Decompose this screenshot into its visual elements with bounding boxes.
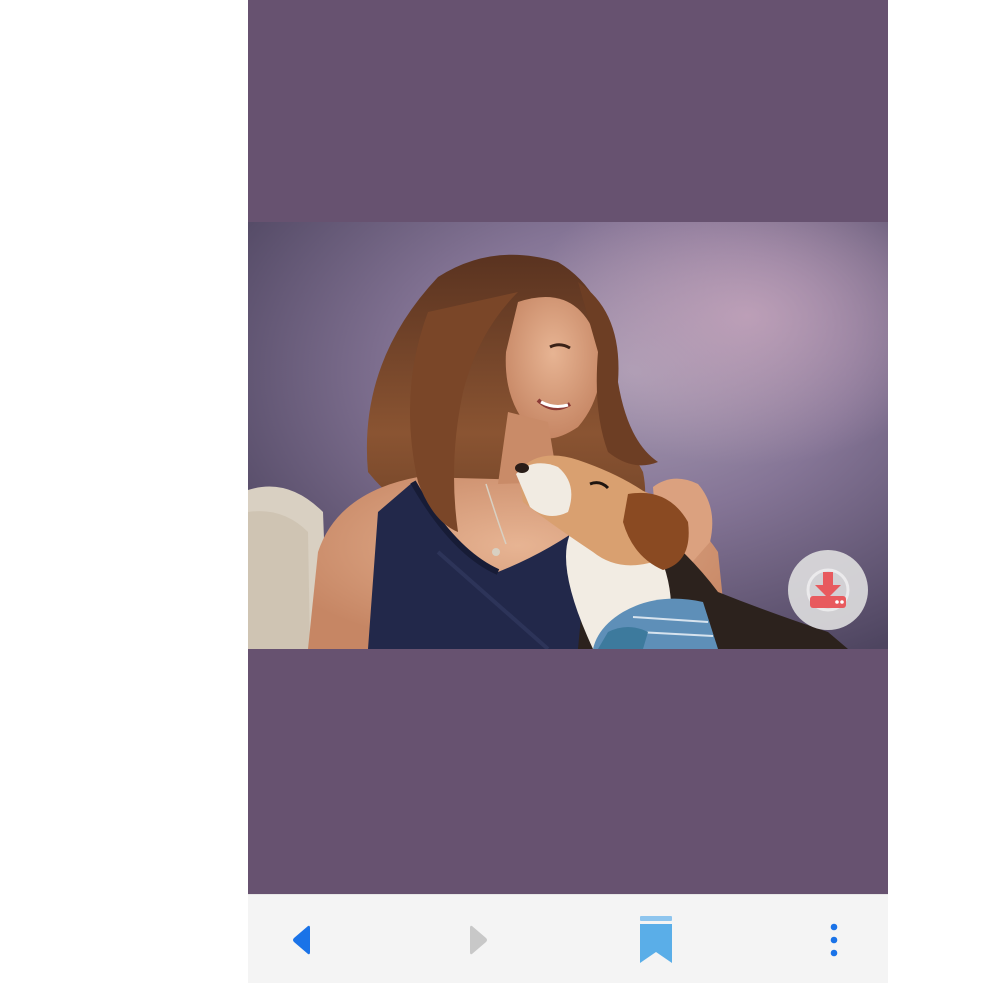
app-screen [248,0,888,983]
bottom-toolbar [248,894,888,983]
download-button[interactable] [788,550,868,630]
more-vertical-icon [830,923,838,957]
forward-arrow-icon [470,925,487,955]
back-arrow-icon [293,925,310,955]
forward-button[interactable] [448,915,508,965]
download-icon [806,568,850,612]
bookmarks-button[interactable] [626,915,686,965]
back-button[interactable] [272,915,332,965]
bookmark-icon [640,916,672,963]
more-options-button[interactable] [804,915,864,965]
